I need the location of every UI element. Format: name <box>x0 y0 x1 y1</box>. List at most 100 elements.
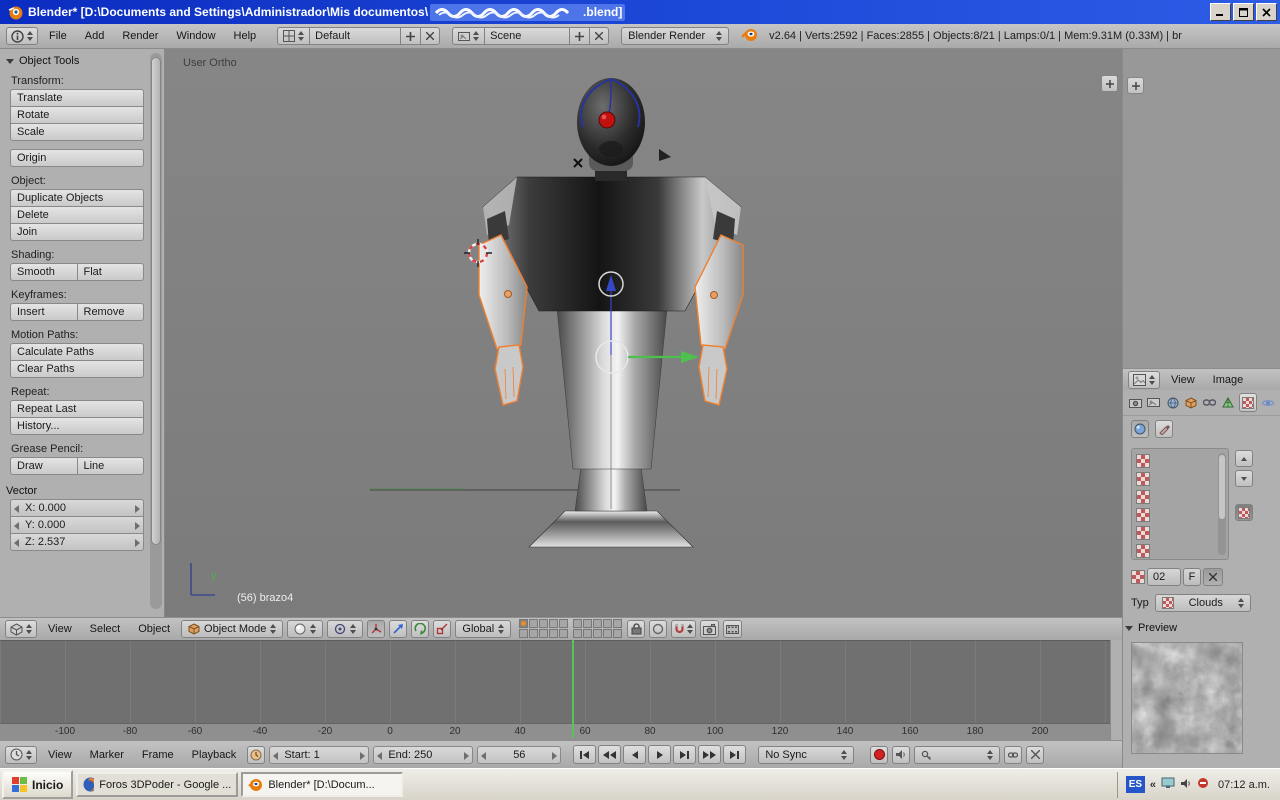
layer-toggle[interactable] <box>583 629 593 638</box>
world-tab-icon[interactable] <box>1164 394 1181 411</box>
layer-toggle[interactable] <box>549 619 559 628</box>
layer-toggle[interactable] <box>573 629 583 638</box>
remove-keyframe-button[interactable]: Remove <box>76 303 144 321</box>
sync-mode-dropdown[interactable]: No Sync <box>758 745 855 764</box>
outliner-region[interactable] <box>1122 49 1280 368</box>
proportional-edit-button[interactable] <box>649 620 668 638</box>
repeat-last-button[interactable]: Repeat Last <box>10 400 144 418</box>
object-tools-panel-header[interactable]: Object Tools <box>6 55 144 67</box>
texture-slot-item[interactable] <box>1136 506 1224 524</box>
render-engine-dropdown[interactable]: Blender Render <box>621 27 730 45</box>
vector-y-slider[interactable]: Y: 0.000 <box>10 516 144 534</box>
texture-browse-button[interactable] <box>1235 504 1253 521</box>
texture-list-scrollbar[interactable] <box>1218 453 1226 555</box>
menu-frame[interactable]: Frame <box>135 749 181 761</box>
menu-window[interactable]: Window <box>169 30 222 42</box>
scrollbar-thumb[interactable] <box>1219 455 1225 519</box>
close-button[interactable] <box>1256 3 1277 21</box>
texture-type-dropdown[interactable]: Clouds <box>1154 594 1251 612</box>
preview-range-button[interactable] <box>247 745 266 764</box>
jump-to-start-button[interactable] <box>573 745 597 764</box>
insert-keyframe-button[interactable]: Insert <box>10 303 78 321</box>
join-button[interactable]: Join <box>10 223 144 241</box>
start-button[interactable]: Inicio <box>2 770 74 799</box>
scrollbar-thumb[interactable] <box>151 57 161 545</box>
origin-button[interactable]: Origin <box>10 149 144 167</box>
menu-marker[interactable]: Marker <box>83 749 131 761</box>
menu-help[interactable]: Help <box>227 30 264 42</box>
screen-layout-browse-button[interactable] <box>277 27 311 45</box>
display-tray-icon[interactable] <box>1161 777 1175 792</box>
timeline-track-area[interactable] <box>0 640 1110 723</box>
editor-type-3dview-button[interactable] <box>5 620 37 638</box>
menu-add[interactable]: Add <box>78 30 112 42</box>
texture-slot-item[interactable] <box>1136 470 1224 488</box>
menu-render[interactable]: Render <box>115 30 165 42</box>
editor-type-timeline-button[interactable] <box>5 745 37 764</box>
texture-slot-list[interactable] <box>1131 448 1229 560</box>
minimize-button[interactable] <box>1210 3 1231 21</box>
texture-context-brush-icon[interactable] <box>1155 420 1173 438</box>
next-keyframe-button[interactable] <box>698 745 722 764</box>
end-frame-slider[interactable]: End: 250 <box>373 745 474 764</box>
constraints-tab-icon[interactable] <box>1202 394 1219 411</box>
physics-tab-icon[interactable] <box>1259 394 1276 411</box>
screen-layout-name-field[interactable]: Default <box>309 27 402 45</box>
object-tab-icon[interactable] <box>1183 394 1200 411</box>
shade-smooth-button[interactable]: Smooth <box>10 263 78 281</box>
audio-mute-button[interactable] <box>892 745 911 764</box>
vector-panel-header[interactable]: Vector <box>6 485 144 497</box>
vector-z-slider[interactable]: Z: 2.537 <box>10 533 144 551</box>
menu-view-timeline[interactable]: View <box>41 749 79 761</box>
prev-keyframe-button[interactable] <box>598 745 622 764</box>
add-layout-button[interactable] <box>400 27 422 45</box>
texture-slot-item[interactable] <box>1136 452 1224 470</box>
editor-type-info-button[interactable] <box>6 27 38 45</box>
layer-toggle[interactable] <box>559 629 569 638</box>
manipulator-toggle-button[interactable] <box>367 620 386 638</box>
layer-toggle[interactable] <box>593 619 603 628</box>
data-tab-icon[interactable] <box>1220 394 1237 411</box>
preview-panel-header[interactable]: Preview <box>1125 622 1177 634</box>
mode-dropdown[interactable]: Object Mode <box>181 620 284 638</box>
language-indicator[interactable]: ES <box>1125 776 1145 793</box>
timeline-frame-numbers[interactable]: -100 -80 -60 -40 -20 0 20 40 60 80 100 1… <box>0 723 1110 740</box>
layer-toggle[interactable] <box>613 619 623 628</box>
menu-select[interactable]: Select <box>83 623 128 635</box>
texture-context-material-icon[interactable] <box>1131 420 1149 438</box>
expand-region-plus-icon[interactable] <box>1101 75 1118 92</box>
texture-name-field[interactable]: 02 <box>1147 568 1181 586</box>
layer-toggle[interactable] <box>519 619 529 628</box>
unlink-texture-button[interactable] <box>1203 568 1223 586</box>
grease-line-button[interactable]: Line <box>76 457 144 475</box>
layer-toggle[interactable] <box>573 619 583 628</box>
menu-view[interactable]: View <box>41 623 79 635</box>
menu-view-image-editor[interactable]: View <box>1164 374 1202 386</box>
layer-toggle[interactable] <box>603 629 613 638</box>
keying-set-dropdown[interactable] <box>914 745 1001 764</box>
window-titlebar[interactable]: Blender* [D:\Documents and Settings\Admi… <box>0 0 1280 24</box>
taskbar-task-blender[interactable]: Blender* [D:\Docum... <box>241 772 404 797</box>
shade-flat-button[interactable]: Flat <box>76 263 144 281</box>
calculate-paths-button[interactable]: Calculate Paths <box>10 343 144 361</box>
slot-move-up-button[interactable] <box>1235 450 1253 467</box>
delete-layout-button[interactable] <box>420 27 441 45</box>
volume-tray-icon[interactable] <box>1180 778 1192 792</box>
antivirus-tray-icon[interactable] <box>1197 777 1209 792</box>
viewport-3d[interactable]: User Ortho y (56) brazo4 <box>165 49 1122 617</box>
scale-manipulator-button[interactable] <box>433 620 452 638</box>
translate-manipulator-button[interactable] <box>389 620 408 638</box>
layer-toggle[interactable] <box>559 619 569 628</box>
fake-user-button[interactable]: F <box>1183 568 1201 586</box>
layer-toggle[interactable] <box>519 629 529 638</box>
play-reverse-button[interactable] <box>623 745 647 764</box>
lock-to-scene-button[interactable] <box>627 620 646 638</box>
taskbar-task-firefox[interactable]: Foros 3DPoder - Google ... <box>76 772 239 797</box>
rotate-manipulator-button[interactable] <box>411 620 430 638</box>
taskbar-clock[interactable]: 07:12 a.m. <box>1218 779 1270 791</box>
insert-keyframe-icon-button[interactable] <box>1004 745 1023 764</box>
shading-dropdown[interactable] <box>287 620 324 638</box>
scene-tab-icon[interactable] <box>1146 394 1163 411</box>
layer-toggle[interactable] <box>603 619 613 628</box>
play-button[interactable] <box>648 745 672 764</box>
